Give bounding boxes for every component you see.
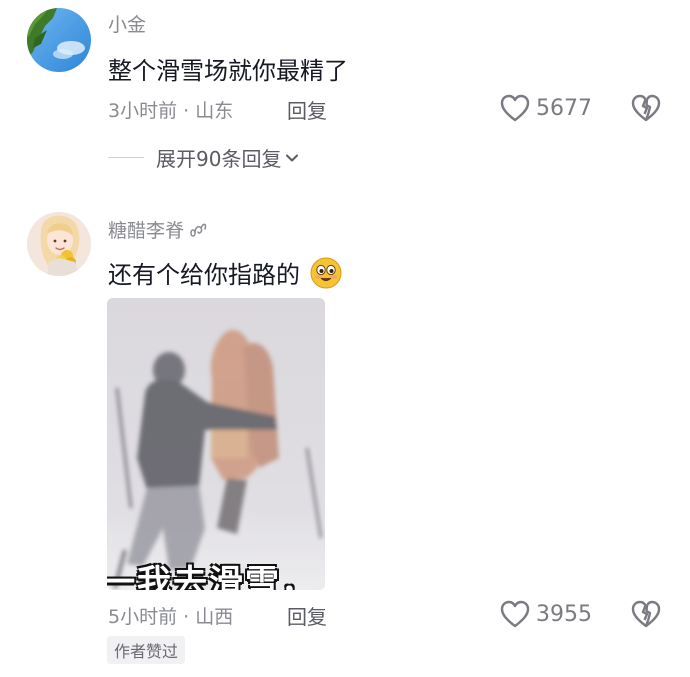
- comment-meta: 3小时前 · 山东: [108, 100, 234, 122]
- username[interactable]: 糖醋李脊: [108, 216, 209, 243]
- username-label: 糖醋李脊: [108, 220, 185, 242]
- avatar[interactable]: [27, 212, 91, 276]
- like-count: 5677: [536, 95, 592, 121]
- like-button[interactable]: 3955: [500, 600, 592, 628]
- comment-meta: 5小时前 · 山西: [108, 606, 234, 628]
- like-button[interactable]: 5677: [500, 94, 592, 122]
- dislike-button[interactable]: [631, 94, 661, 122]
- broken-heart-icon: [631, 600, 661, 628]
- avatar[interactable]: [27, 8, 91, 72]
- heart-outline-icon: [500, 600, 530, 628]
- smile-emoji-icon: [310, 257, 342, 289]
- comment-image[interactable]: 一我去滑雪，: [107, 298, 325, 590]
- comment-text-label: 还有个给你指路的: [108, 261, 300, 289]
- comment-text: 整个滑雪场就你最精了: [108, 57, 348, 85]
- username[interactable]: 小金: [108, 10, 146, 37]
- like-count: 3955: [536, 601, 592, 627]
- comment-1: 小金 整个滑雪场就你最精了 3小时前 · 山东 回复 5677 展开90条回复: [0, 0, 690, 180]
- expand-replies-button[interactable]: 展开90条回复: [108, 143, 299, 172]
- author-liked-badge: 作者赞过: [107, 636, 186, 664]
- comment-2: 糖醋李脊 还有个给你指路的 一我去滑雪， 5小时前 · 山西 回复 3955 作…: [0, 200, 690, 677]
- dislike-button[interactable]: [631, 600, 661, 628]
- divider: [108, 157, 144, 158]
- comment-text: 还有个给你指路的: [108, 255, 342, 290]
- curl-symbol-icon: [190, 223, 207, 237]
- broken-heart-icon: [631, 94, 661, 122]
- heart-outline-icon: [500, 94, 530, 122]
- reply-button[interactable]: 回复: [287, 601, 327, 630]
- chevron-down-icon: [286, 154, 299, 161]
- reply-button[interactable]: 回复: [287, 95, 327, 124]
- image-caption: 一我去滑雪，: [107, 563, 317, 590]
- expand-replies-label: 展开90条回复: [156, 147, 282, 171]
